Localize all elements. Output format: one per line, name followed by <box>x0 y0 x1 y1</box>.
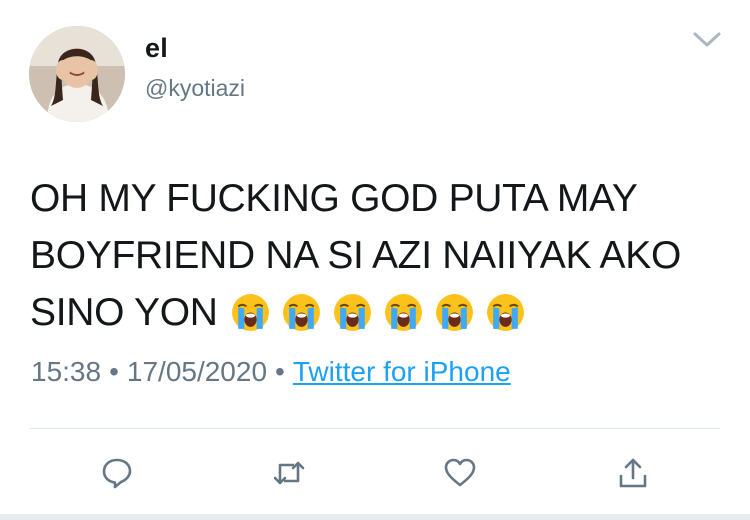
chevron-down-icon <box>693 32 721 47</box>
tweet-metadata: 15:38 • 17/05/2020 • Twitter for iPhone <box>31 356 511 388</box>
tweet-text-line: OH MY FUCKING GOD PUTA MAY <box>30 177 638 220</box>
tweet-text: OH MY FUCKING GOD PUTA MAY BOYFRIEND NA … <box>30 170 720 341</box>
loudly-crying-face-icon <box>486 294 524 331</box>
like-button[interactable] <box>435 448 485 498</box>
heart-icon <box>444 458 476 487</box>
separator: • <box>109 356 119 387</box>
divider <box>30 428 720 429</box>
profile-photo <box>29 26 125 122</box>
display-name[interactable]: el <box>145 33 168 64</box>
loudly-crying-face-icon <box>384 294 422 331</box>
share-icon <box>619 458 647 488</box>
bottom-border <box>0 514 750 520</box>
avatar[interactable] <box>29 26 125 122</box>
reply-button[interactable] <box>92 448 142 498</box>
emoji-row <box>230 292 526 333</box>
share-button[interactable] <box>608 448 658 498</box>
loudly-crying-face-icon <box>282 294 320 331</box>
tweet-time: 15:38 <box>31 356 102 387</box>
tweet-text-line-content: SINO YON <box>30 291 218 334</box>
loudly-crying-face-icon <box>231 294 269 331</box>
user-handle[interactable]: @kyotiazi <box>145 75 245 102</box>
tweet-date: 17/05/2020 <box>126 356 268 387</box>
loudly-crying-face-icon <box>435 294 473 331</box>
tweet-source-link[interactable]: Twitter for iPhone <box>293 356 511 387</box>
tweet-text-line: SINO YON <box>30 284 720 341</box>
more-options-button[interactable] <box>688 25 726 55</box>
loudly-crying-face-icon <box>333 294 371 331</box>
retweet-icon <box>273 461 305 485</box>
reply-icon <box>102 458 132 489</box>
tweet-actions <box>0 448 750 498</box>
separator: • <box>275 356 285 387</box>
retweet-button[interactable] <box>264 448 314 498</box>
tweet-text-line: BOYFRIEND NA SI AZI NAIIYAK AKO <box>30 234 681 277</box>
